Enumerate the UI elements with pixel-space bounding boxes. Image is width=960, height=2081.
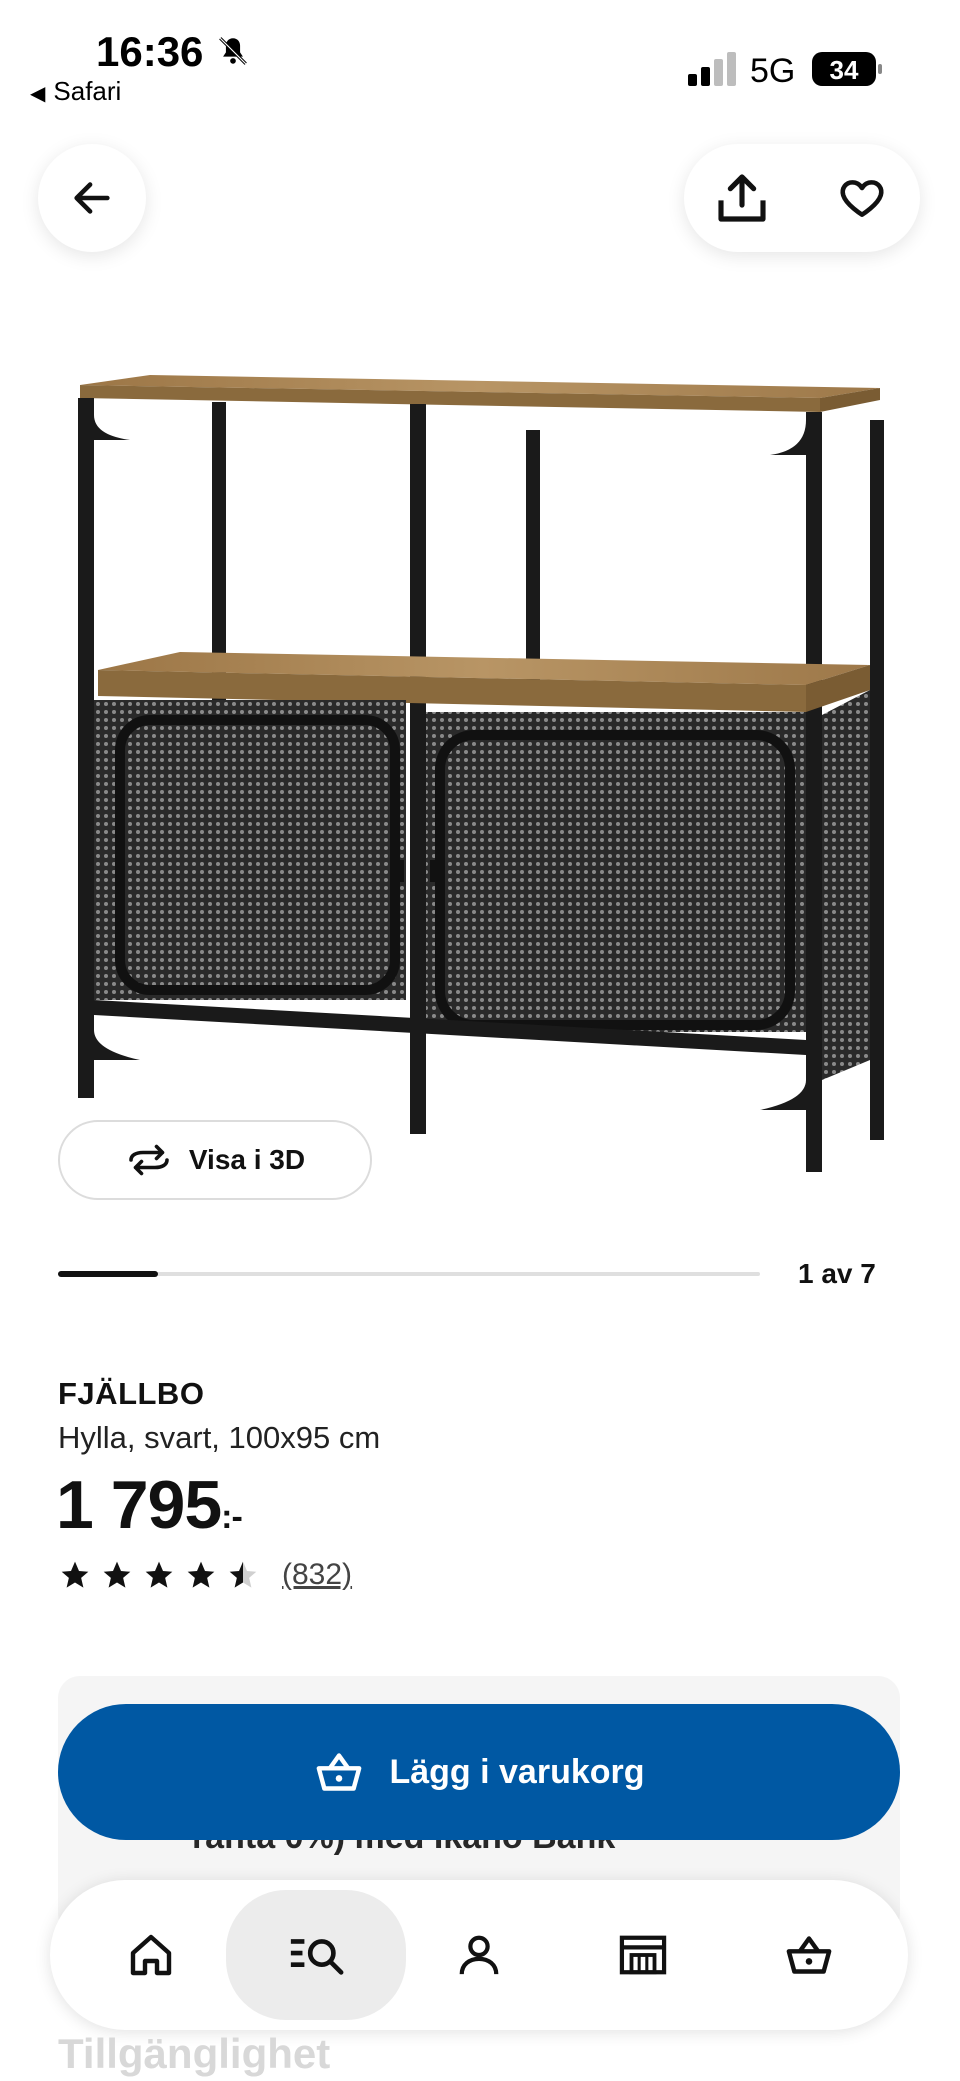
add-to-cart-label: Lägg i varukorg — [389, 1752, 645, 1791]
star-icon — [61, 1561, 89, 1588]
star-icon — [187, 1561, 215, 1588]
view-3d-label: Visa i 3D — [188, 1144, 306, 1175]
nav-cart[interactable] — [744, 1890, 874, 2020]
product-image[interactable] — [70, 340, 890, 1220]
store-icon — [619, 1935, 667, 1975]
product-price: 1 795:- — [56, 1466, 243, 1544]
back-button[interactable] — [38, 144, 146, 252]
heart-icon — [840, 180, 884, 217]
top-actions — [684, 144, 920, 252]
search-icon — [290, 1939, 344, 1975]
star-icon — [103, 1561, 131, 1588]
status-bar: 16:36 ◀ Safari 5G 34 — [0, 0, 960, 110]
view-3d-button[interactable]: Visa i 3D — [58, 1120, 372, 1200]
product-description: Hylla, svart, 100x95 cm — [58, 1420, 381, 1455]
price-value: 1 795 — [56, 1467, 222, 1543]
battery-level: 34 — [829, 55, 859, 85]
battery-indicator: 34 — [812, 52, 882, 86]
product-rating[interactable]: (832) — [58, 1558, 352, 1592]
basket-icon — [317, 1753, 362, 1791]
nav-search[interactable] — [226, 1890, 406, 2020]
star-icon — [145, 1561, 173, 1588]
nav-home[interactable] — [86, 1890, 216, 2020]
home-icon — [130, 1934, 172, 1976]
back-app-label: Safari — [53, 76, 122, 106]
bottom-nav — [50, 1880, 908, 2030]
accessibility-heading: Tillgänglighet — [58, 2030, 331, 2077]
gallery-progress — [58, 1271, 760, 1277]
network-type: 5G — [750, 52, 796, 90]
product-brand: FJÄLLBO — [58, 1376, 205, 1411]
profile-icon — [459, 1935, 499, 1975]
bell-muted-icon — [219, 37, 247, 65]
price-suffix: :- — [221, 1498, 243, 1536]
back-to-safari[interactable]: ◀ Safari — [30, 76, 121, 107]
status-time: 16:36 — [96, 28, 204, 75]
gallery-counter: 1 av 7 — [798, 1258, 876, 1289]
share-icon — [718, 174, 766, 222]
nav-stores[interactable] — [578, 1890, 708, 2020]
nav-profile[interactable] — [414, 1890, 544, 2020]
gallery-progress-fill — [58, 1271, 159, 1277]
star-half-icon — [229, 1561, 257, 1588]
signal-icon — [688, 52, 736, 86]
review-count-link[interactable]: (832) — [282, 1558, 352, 1592]
favorite-button[interactable] — [830, 166, 894, 230]
add-to-cart-button[interactable]: Lägg i varukorg — [58, 1704, 900, 1840]
rotate-3d-icon — [129, 1144, 169, 1176]
share-button[interactable] — [710, 166, 774, 230]
arrow-left-icon — [74, 182, 110, 214]
cart-icon — [786, 1936, 832, 1974]
